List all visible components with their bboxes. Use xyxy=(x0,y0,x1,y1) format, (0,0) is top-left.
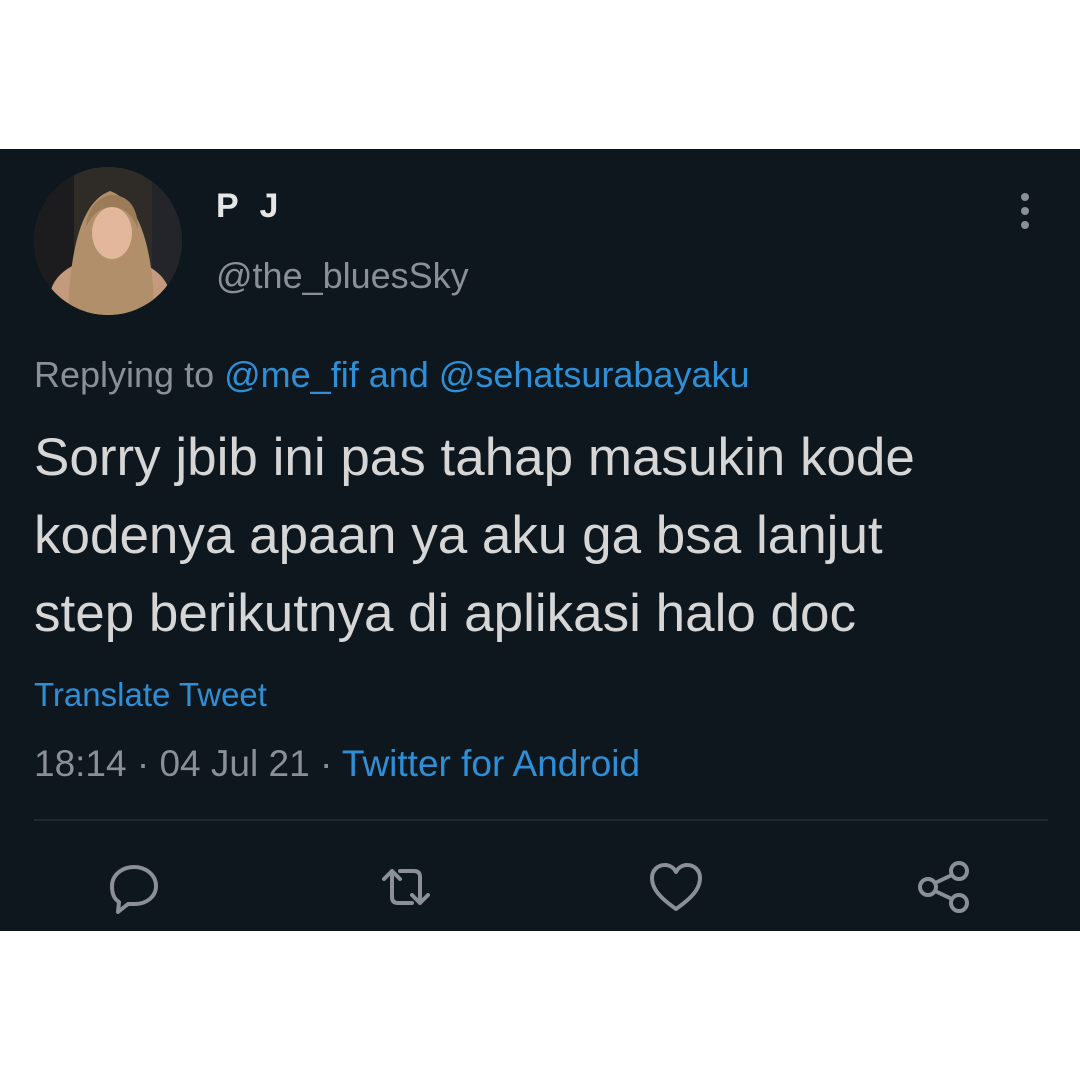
share-icon[interactable] xyxy=(914,857,974,917)
retweet-icon[interactable] xyxy=(376,857,436,917)
user-handle[interactable]: @the_bluesSky xyxy=(216,255,469,297)
tweet-date: 04 Jul 21 xyxy=(159,743,310,784)
meta-separator: · xyxy=(136,743,150,784)
translate-tweet-link[interactable]: Translate Tweet xyxy=(34,676,267,714)
tweet-text-line: kodenya apaan ya aku ga bsa lanjut xyxy=(34,506,883,565)
more-vertical-icon[interactable] xyxy=(1010,191,1040,231)
reply-mentions-link[interactable]: @me_fif and @sehatsurabayaku xyxy=(224,354,749,395)
tweet-text: Sorry jbib ini pas tahap masukin kode ko… xyxy=(34,419,1064,653)
reply-icon[interactable] xyxy=(104,857,164,917)
display-name[interactable]: P J xyxy=(216,187,284,226)
tweet-text-line: step berikutnya di aplikasi halo doc xyxy=(34,584,856,643)
replying-to: Replying to @me_fif and @sehatsurabayaku xyxy=(34,354,750,396)
tweet-card: P J @the_bluesSky Replying to @me_fif an… xyxy=(0,149,1080,931)
tweet-meta: 18:14 · 04 Jul 21 · Twitter for Android xyxy=(34,743,640,785)
heart-icon[interactable] xyxy=(646,857,706,917)
divider xyxy=(34,819,1048,821)
tweet-time: 18:14 xyxy=(34,743,127,784)
meta-separator: · xyxy=(319,743,333,784)
avatar[interactable] xyxy=(34,167,182,315)
replying-prefix: Replying to xyxy=(34,354,215,395)
tweet-text-line: Sorry jbib ini pas tahap masukin kode xyxy=(34,428,915,487)
tweet-source-link[interactable]: Twitter for Android xyxy=(342,743,640,784)
profile-photo-icon xyxy=(34,167,182,315)
